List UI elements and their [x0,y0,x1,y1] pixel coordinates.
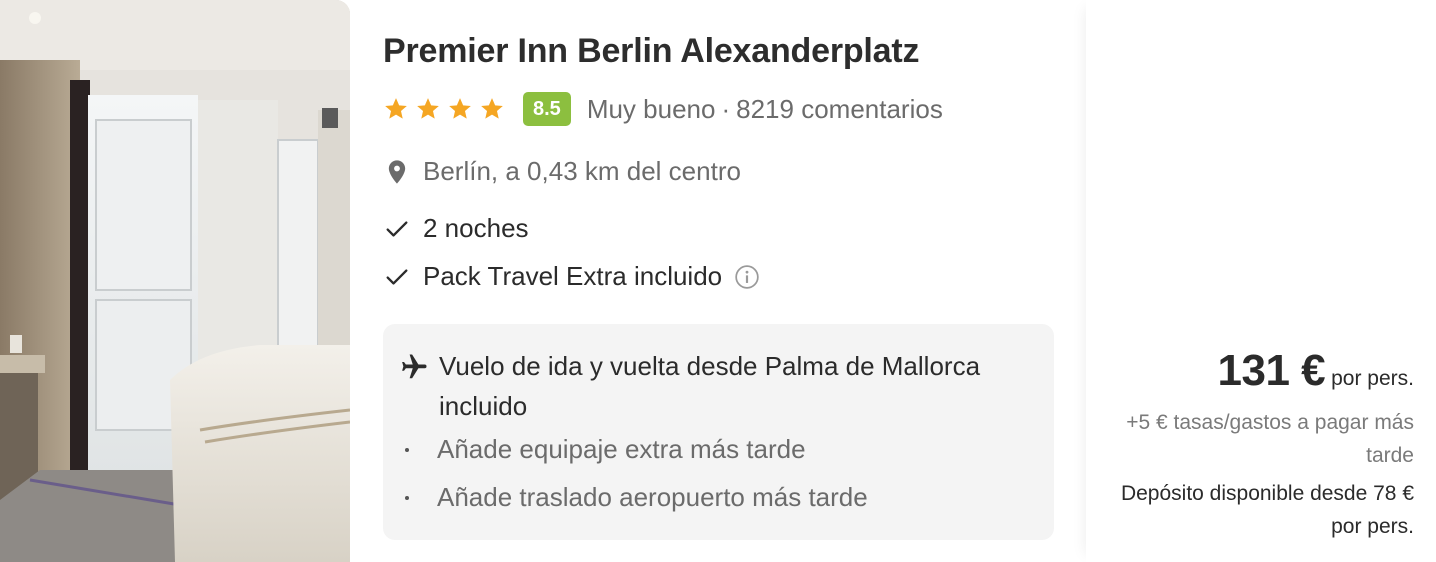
map-pin-icon [388,159,406,184]
hotel-info: Premier Inn Berlin Alexanderplatz 8.5 Mu… [383,0,1063,562]
checkmark-icon [386,268,408,285]
list-item: Añade equipaje extra más tarde [405,434,806,465]
airplane-icon [402,354,427,379]
bullet [405,495,409,500]
feature-nights: 2 noches [383,213,529,244]
location-row: Berlín, a 0,43 km del centro [383,156,741,187]
nights-text: 2 noches [423,213,529,243]
star-icon [417,98,439,119]
info-circle-icon[interactable] [734,264,760,290]
hotel-name[interactable]: Premier Inn Berlin Alexanderplatz [383,32,920,71]
bullet [405,447,409,452]
review-count[interactable]: 8219 comentarios [736,94,943,124]
deposit-note: Depósito disponible desde 78 € por pers. [1120,482,1414,538]
flight-line: Vuelo de ida y vuelta desde Palma de Mal… [399,350,1029,426]
rating-label: Muy bueno [586,93,716,124]
score-badge: 8.5 [523,92,571,126]
price-panel: 131 € por pers. +5 € tasas/gastos a paga… [1086,0,1436,562]
hotel-result-card[interactable]: Premier Inn Berlin Alexanderplatz 8.5 Mu… [0,0,1436,562]
checkmark-icon [386,220,408,237]
rating-row: 8.5 Muy bueno · 8219 comentarios [383,90,943,128]
rating-summary: Muy bueno · 8219 comentarios [587,94,943,125]
flight-text: Vuelo de ida y vuelta desde Palma de Mal… [439,351,981,421]
location-text: Berlín, a 0,43 km del centro [423,156,741,186]
extra-transfer-text: Añade traslado aeropuerto más tarde [437,482,868,512]
hotel-photo[interactable] [0,0,350,562]
feature-pack: Pack Travel Extra incluido [383,261,760,292]
pack-text: Pack Travel Extra incluido [423,261,723,291]
star-icon [385,98,407,119]
star-icon [481,98,503,119]
flight-box: Vuelo de ida y vuelta desde Palma de Mal… [383,324,1054,540]
price-line: 131 € por pers. [1218,346,1414,396]
list-item: Añade traslado aeropuerto más tarde [405,482,868,513]
star-icon [449,98,471,119]
rating-separator: · [721,93,731,124]
taxes-note: +5 € tasas/gastos a pagar más tarde [1126,411,1414,467]
price-unit: por pers. [1331,367,1414,390]
star-rating [383,96,505,122]
price-amount: 131 € [1217,346,1326,395]
extra-luggage-text: Añade equipaje extra más tarde [437,434,806,464]
